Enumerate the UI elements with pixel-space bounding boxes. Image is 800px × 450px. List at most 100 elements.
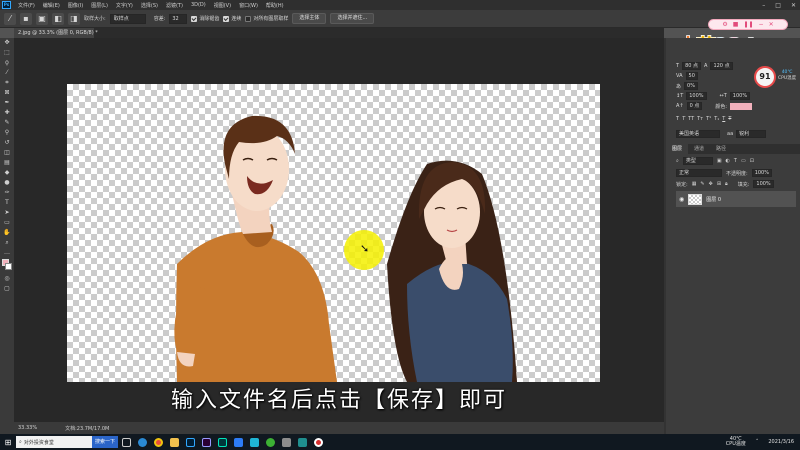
app-gray-icon[interactable] — [278, 434, 294, 450]
menu-help[interactable]: 帮助(H) — [262, 2, 288, 9]
windows-start-icon[interactable]: ⊞ — [0, 434, 16, 450]
chevron-up-icon[interactable]: ˄ — [756, 439, 759, 445]
menu-type[interactable]: 文字(Y) — [112, 2, 137, 9]
taskbar-search-input[interactable]: 对外投资食堂 — [24, 439, 54, 446]
anti-alias-checkbox[interactable]: 消除锯齿 — [191, 15, 219, 22]
menu-window[interactable]: 窗口(W) — [235, 2, 262, 9]
more-tools-icon[interactable]: … — [0, 248, 14, 258]
tab-paths[interactable]: 路径 — [710, 144, 732, 154]
lock-artboard-icon[interactable]: ⊞ — [717, 181, 721, 187]
tab-layers[interactable]: 图层 — [666, 144, 689, 154]
healing-brush-tool-icon[interactable]: ✚ — [0, 108, 14, 118]
magic-wand-tool-icon[interactable]: ⁄ — [0, 68, 14, 78]
sample-all-layers-checkbox[interactable]: 对所有图层取样 — [245, 15, 288, 22]
chrome-icon[interactable] — [150, 434, 166, 450]
text-color-swatch[interactable] — [730, 102, 753, 110]
intersect-selection-icon[interactable]: ◨ — [68, 12, 80, 25]
menu-select[interactable]: 选择(S) — [137, 2, 162, 9]
lock-all-icon[interactable]: 🔒︎ — [725, 181, 728, 187]
menu-3d[interactable]: 3D(D) — [187, 2, 210, 8]
subscript-icon[interactable]: T₁ — [714, 116, 719, 122]
wechat-icon[interactable] — [262, 434, 278, 450]
eye-icon[interactable]: ◉ — [679, 196, 684, 203]
filter-shape-icon[interactable]: ▭ — [741, 158, 746, 164]
background-color-swatch[interactable] — [5, 263, 12, 270]
frame-tool-icon[interactable]: ⊠ — [0, 88, 14, 98]
underline-icon[interactable]: T — [722, 116, 725, 122]
kerning-field[interactable]: 0% — [684, 82, 698, 90]
all-caps-icon[interactable]: TT — [688, 116, 694, 122]
faux-bold-icon[interactable]: T — [676, 116, 679, 122]
file-explorer-icon[interactable] — [166, 434, 182, 450]
quick-mask-icon[interactable]: ◎ — [0, 274, 14, 284]
premiere-icon[interactable] — [198, 434, 214, 450]
select-subject-button[interactable]: 选择主体 — [292, 13, 327, 24]
zoom-level[interactable]: 33.33% — [18, 425, 37, 431]
path-selection-tool-icon[interactable]: ➤ — [0, 208, 14, 218]
sample-size-select[interactable]: 取样点 — [109, 13, 146, 24]
minus-icon[interactable]: − — [759, 21, 764, 28]
menu-edit[interactable]: 编辑(E) — [39, 2, 64, 9]
search-button[interactable]: 搜索一下 — [91, 436, 118, 448]
language-select[interactable]: 美国英语 — [676, 130, 720, 138]
select-and-mask-button[interactable]: 选择并遮住... — [330, 13, 375, 24]
document-tab[interactable]: 2.jpg @ 33.3% (图层 0, RGB/8) * — [14, 28, 98, 38]
font-size-field[interactable]: 80 点 — [682, 62, 702, 70]
stop-icon[interactable]: ■ — [733, 21, 739, 28]
magic-wand-icon[interactable]: ⁄ — [4, 12, 16, 25]
antialias-select[interactable]: 锐利 — [736, 130, 767, 138]
strikethrough-icon[interactable]: T — [728, 116, 731, 122]
leading-field[interactable]: 120 点 — [710, 62, 733, 70]
blend-mode-select[interactable]: 正常 — [676, 169, 722, 177]
horizontal-scale-field[interactable]: 100% — [729, 92, 751, 100]
contiguous-checkbox[interactable]: 连续 — [223, 15, 241, 22]
lock-paint-icon[interactable]: ✎ — [700, 181, 704, 187]
opacity-field[interactable]: 100% — [751, 169, 772, 177]
pen-tool-icon[interactable]: ✑ — [0, 188, 14, 198]
color-swatches[interactable] — [0, 258, 14, 274]
menu-file[interactable]: 文件(F) — [14, 2, 39, 9]
menu-layer[interactable]: 图层(L) — [87, 2, 112, 9]
layer-filter-select[interactable]: 类型 — [682, 157, 713, 165]
hand-tool-icon[interactable]: ✋ — [0, 228, 14, 238]
small-caps-icon[interactable]: Tт — [697, 116, 703, 122]
lock-move-icon[interactable]: ✥ — [709, 181, 713, 187]
audition-icon[interactable] — [214, 434, 230, 450]
filter-adjust-icon[interactable]: ◐ — [726, 158, 730, 164]
crop-tool-icon[interactable]: ⌗ — [0, 78, 14, 88]
subtract-selection-icon[interactable]: ◧ — [52, 12, 64, 25]
baseline-shift-field[interactable]: 0 点 — [686, 102, 703, 110]
tracking-field[interactable]: 50 — [685, 72, 698, 80]
layer-name[interactable]: 图层 0 — [706, 196, 721, 203]
lasso-tool-icon[interactable]: ϙ — [0, 58, 14, 68]
superscript-icon[interactable]: T¹ — [706, 116, 711, 122]
screen-mode-icon[interactable]: ▢ — [0, 284, 14, 294]
taskbar-clock[interactable]: 2021/3/16 — [768, 439, 794, 445]
app-blue-icon[interactable] — [230, 434, 246, 450]
eraser-tool-icon[interactable]: ◫ — [0, 148, 14, 158]
fill-field[interactable]: 100% — [753, 180, 774, 188]
clone-stamp-tool-icon[interactable]: ⚲ — [0, 128, 14, 138]
faux-italic-icon[interactable]: T — [682, 116, 685, 122]
blur-tool-icon[interactable]: ◆ — [0, 168, 14, 178]
eyedropper-tool-icon[interactable]: ✒ — [0, 98, 14, 108]
new-selection-icon[interactable]: ▪ — [20, 12, 32, 25]
tolerance-input[interactable]: 32 — [169, 13, 188, 24]
document-canvas[interactable] — [67, 84, 600, 382]
history-brush-tool-icon[interactable]: ↺ — [0, 138, 14, 148]
vertical-scale-field[interactable]: 100% — [686, 92, 707, 100]
app-teal-icon[interactable] — [294, 434, 310, 450]
edge-browser-icon[interactable] — [134, 434, 150, 450]
type-tool-icon[interactable]: T — [0, 198, 14, 208]
tab-channels[interactable]: 通道 — [688, 144, 710, 154]
marquee-tool-icon[interactable]: ⬚ — [0, 48, 14, 58]
menu-filter[interactable]: 滤镜(T) — [162, 2, 187, 9]
canvas-workspace[interactable]: ➘ 输入文件名后点击【保存】即可 — [14, 38, 664, 422]
brush-tool-icon[interactable]: ✎ — [0, 118, 14, 128]
gear-icon[interactable]: ⚙ — [722, 21, 727, 28]
pause-icon[interactable]: ❚❚ — [743, 21, 753, 28]
dodge-tool-icon[interactable]: ● — [0, 178, 14, 188]
minimize-icon[interactable]: – — [762, 2, 765, 9]
taskbar-search[interactable]: ⌕ 对外投资食堂 搜索一下 — [16, 436, 118, 448]
zoom-tool-icon[interactable]: ⌕ — [0, 238, 14, 248]
